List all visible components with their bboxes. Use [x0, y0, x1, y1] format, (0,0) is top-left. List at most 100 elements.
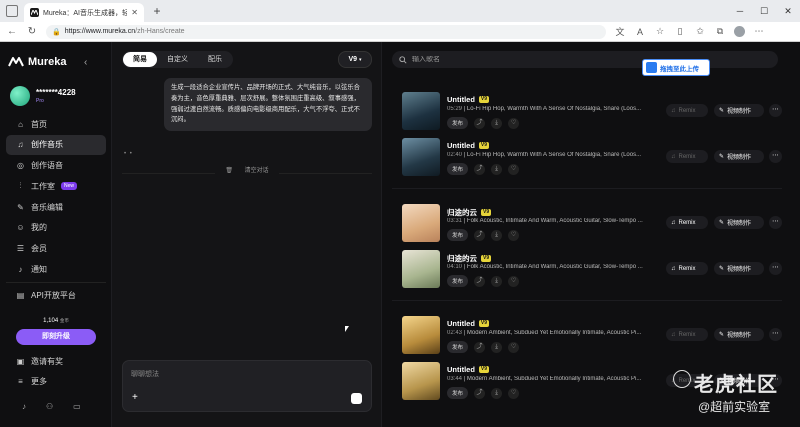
- share-icon[interactable]: ⤴: [474, 387, 486, 399]
- song-row[interactable]: 归途的云 V9 04:10 | Folk Acoustic, Intimate An…: [392, 246, 782, 300]
- heart-icon[interactable]: ♡: [508, 341, 520, 353]
- download-icon[interactable]: ⤓: [491, 163, 503, 175]
- song-title[interactable]: Untitled: [447, 95, 475, 104]
- song-cover[interactable]: [402, 250, 440, 288]
- video-make-button[interactable]: ✎ 视频制作: [714, 328, 764, 341]
- share-icon[interactable]: ⤴: [474, 229, 486, 241]
- publish-button[interactable]: 发布: [447, 341, 469, 353]
- collections-icon[interactable]: ⧉: [714, 26, 726, 37]
- sidebar-item-studio[interactable]: ⫶ 工作室 New: [6, 176, 106, 196]
- translate-icon[interactable]: 文: [614, 25, 626, 38]
- publish-button[interactable]: 发布: [447, 163, 469, 175]
- chat-input[interactable]: [131, 367, 361, 381]
- brand-logo[interactable]: Mureka: [8, 56, 67, 68]
- heart-icon[interactable]: ♡: [508, 163, 520, 175]
- tiktok-icon[interactable]: ♪: [22, 402, 26, 411]
- back-icon[interactable]: ←: [6, 26, 18, 37]
- remix-button[interactable]: ♫ Remix: [666, 328, 708, 341]
- url-field[interactable]: 🔒 https://www.mureka.cn/zh-Hans/create: [46, 24, 606, 39]
- sidebar-item-more[interactable]: ≡ 更多: [6, 372, 106, 392]
- sidebar-item-notifications[interactable]: ♪ 通知: [6, 260, 106, 280]
- download-icon[interactable]: ⤓: [491, 387, 503, 399]
- remix-button[interactable]: ♫ Remix: [666, 104, 708, 117]
- download-icon[interactable]: ⤓: [491, 229, 503, 241]
- more-options-button[interactable]: ⋯: [769, 150, 782, 163]
- collapse-sidebar-icon[interactable]: ‹: [84, 57, 87, 68]
- heart-icon[interactable]: ♡: [508, 229, 520, 241]
- song-cover[interactable]: [402, 316, 440, 354]
- more-options-button[interactable]: ⋯: [769, 104, 782, 117]
- browser-menu-icon[interactable]: ⋯: [753, 26, 765, 37]
- song-cover[interactable]: [402, 92, 440, 130]
- share-icon[interactable]: ⤴: [474, 117, 486, 129]
- model-select[interactable]: V9 ▾: [338, 51, 372, 68]
- user-profile[interactable]: *******4228 Pro: [10, 86, 76, 106]
- song-cover[interactable]: [402, 362, 440, 400]
- share-icon[interactable]: ⤴: [474, 163, 486, 175]
- read-aloud-icon[interactable]: A: [634, 27, 646, 37]
- favorites-icon[interactable]: ✩: [694, 26, 706, 37]
- sidebar-item-create-music[interactable]: ♫ 创作音乐: [6, 134, 106, 155]
- refresh-icon[interactable]: ↻: [26, 26, 38, 37]
- video-make-button[interactable]: ✎ 视频制作: [714, 216, 764, 229]
- publish-button[interactable]: 发布: [447, 275, 469, 287]
- send-button[interactable]: [351, 393, 362, 404]
- sidebar-item-invite[interactable]: ▣ 邀请有奖: [6, 351, 106, 371]
- profile-avatar[interactable]: [734, 26, 745, 37]
- song-title[interactable]: 归途的云: [447, 253, 477, 264]
- song-title[interactable]: 归途的云: [447, 207, 477, 218]
- more-options-button[interactable]: ⋯: [769, 216, 782, 229]
- song-row[interactable]: Untitled V9 02:40 | Lo-Fi Hip Hop, Warmth …: [392, 134, 782, 188]
- browser-tab[interactable]: Mureka：AI音乐生成器，轻松创作 ✕: [24, 3, 144, 22]
- download-icon[interactable]: ⤓: [491, 341, 503, 353]
- favorite-star-icon[interactable]: ☆: [654, 26, 666, 37]
- song-title[interactable]: Untitled: [447, 141, 475, 150]
- minimize-button[interactable]: ─: [728, 3, 752, 19]
- heart-icon[interactable]: ♡: [508, 117, 520, 129]
- community-icon[interactable]: ⚇: [46, 402, 53, 411]
- song-title[interactable]: Untitled: [447, 319, 475, 328]
- sidebar-item-music-edit[interactable]: ✎ 音乐编辑: [6, 197, 106, 217]
- split-screen-icon[interactable]: ▯: [674, 26, 686, 37]
- sidebar-item-create-voice[interactable]: ◎ 创作语音: [6, 156, 106, 176]
- tab-soundtrack[interactable]: 配乐: [198, 52, 232, 67]
- publish-button[interactable]: 发布: [447, 387, 469, 399]
- more-options-button[interactable]: ⋯: [769, 262, 782, 275]
- clear-conversation-button[interactable]: 🗑 清空对话: [112, 168, 382, 182]
- download-icon[interactable]: ⤓: [491, 117, 503, 129]
- video-make-button[interactable]: ✎ 视频制作: [714, 262, 764, 275]
- sidebar-item-home[interactable]: ⌂ 首页: [6, 114, 106, 134]
- heart-icon[interactable]: ♡: [508, 275, 520, 287]
- share-icon[interactable]: ⤴: [474, 275, 486, 287]
- search-input[interactable]: [412, 56, 771, 63]
- tab-close-icon[interactable]: ✕: [131, 8, 138, 17]
- maximize-button[interactable]: ☐: [752, 3, 776, 19]
- more-options-button[interactable]: ⋯: [769, 328, 782, 341]
- share-icon[interactable]: ⤴: [474, 341, 486, 353]
- sidebar: Mureka ‹ *******4228 Pro ⌂ 首页 ♫ 创作音乐 ◎ 创…: [0, 42, 112, 427]
- remix-button[interactable]: ♫ Remix: [666, 262, 708, 275]
- download-icon[interactable]: ⤓: [491, 275, 503, 287]
- new-tab-button[interactable]: +: [150, 4, 164, 18]
- heart-icon[interactable]: ♡: [508, 387, 520, 399]
- upgrade-button[interactable]: 即刻升级: [16, 329, 96, 345]
- remix-button[interactable]: ♫ Remix: [666, 150, 708, 163]
- sidebar-item-membership[interactable]: ☰ 会员: [6, 239, 106, 259]
- song-cover[interactable]: [402, 138, 440, 176]
- publish-button[interactable]: 发布: [447, 229, 469, 241]
- song-title[interactable]: Untitled: [447, 365, 475, 374]
- window-close-button[interactable]: ✕: [776, 3, 800, 19]
- add-attachment-icon[interactable]: +: [132, 392, 138, 403]
- video-make-button[interactable]: ✎ 视频制作: [714, 104, 764, 117]
- drag-upload-button[interactable]: 拖拽至此上传: [642, 59, 710, 76]
- tab-simple[interactable]: 简易: [123, 52, 157, 67]
- bilibili-icon[interactable]: ▭: [73, 402, 81, 411]
- tab-actions-icon[interactable]: [6, 5, 18, 17]
- sidebar-item-mine[interactable]: ☺ 我的: [6, 218, 106, 238]
- song-cover[interactable]: [402, 204, 440, 242]
- sidebar-item-api[interactable]: ▤ API开放平台: [6, 285, 106, 305]
- tab-custom[interactable]: 自定义: [157, 52, 198, 67]
- publish-button[interactable]: 发布: [447, 117, 469, 129]
- remix-button[interactable]: ♫ Remix: [666, 216, 708, 229]
- video-make-button[interactable]: ✎ 视频制作: [714, 150, 764, 163]
